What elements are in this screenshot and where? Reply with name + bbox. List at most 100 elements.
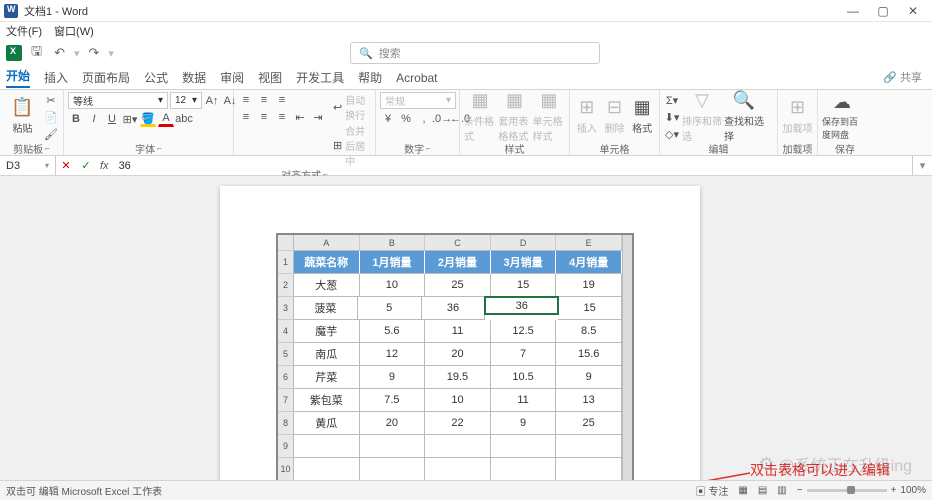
save-baidu-button[interactable]: ☁保存到百度网盘 [822,92,862,140]
align-right-icon[interactable]: ≡ [274,109,290,125]
table-cell[interactable] [294,458,360,481]
row-header[interactable]: 6 [278,366,293,389]
table-cell[interactable]: 蔬菜名称 [294,251,360,274]
table-cell[interactable]: 19 [556,274,622,297]
table-cell[interactable]: 10.5 [491,366,557,389]
table-cell[interactable] [360,435,426,458]
menu-file[interactable]: 文件(F) [6,23,42,39]
align-center-icon[interactable]: ≡ [256,109,272,125]
table-cell[interactable]: 11 [425,320,491,343]
currency-icon[interactable]: ¥ [380,111,396,127]
clear-icon[interactable]: ◇▾ [664,126,680,142]
undo-icon[interactable]: ↶ [51,45,68,61]
table-cell[interactable]: 1月销量 [360,251,426,274]
border-button[interactable]: ⊞▾ [122,111,138,127]
align-left-icon[interactable]: ≡ [238,109,254,125]
table-cell[interactable] [360,458,426,481]
table-cell[interactable]: 菠菜 [294,297,358,320]
table-cell[interactable]: 魔芋 [294,320,360,343]
row-header[interactable]: 3 [278,297,293,320]
table-cell[interactable]: 9 [491,412,557,435]
table-cell[interactable]: 15 [558,297,622,320]
sort-filter-button[interactable]: ▽排序和筛选 [682,92,722,140]
tab-公式[interactable]: 公式 [144,69,168,86]
format-painter-icon[interactable]: 🖌 [43,126,59,142]
indent-inc-icon[interactable]: ⇥ [310,109,326,125]
col-header[interactable]: B [360,235,426,250]
align-top-icon[interactable]: ≡ [238,92,254,108]
view-page-icon[interactable]: ▥ [777,485,786,496]
tab-数据[interactable]: 数据 [182,69,206,86]
table-cell[interactable]: 15.6 [556,343,622,366]
row-header[interactable]: 7 [278,389,293,412]
indent-dec-icon[interactable]: ⇤ [292,109,308,125]
table-cell[interactable]: 3月销量 [491,251,557,274]
view-normal-icon[interactable]: ▦ [738,485,747,496]
table-cell[interactable]: 7.5 [360,389,426,412]
table-cell[interactable]: 紫包菜 [294,389,360,412]
addins-button[interactable]: ⊞加载项 [782,92,813,140]
expand-formula-icon[interactable]: ▾ [912,156,932,175]
zoom-level[interactable]: 100% [900,485,926,496]
save-icon[interactable]: 🖫 [28,42,45,64]
wrap-text-button[interactable]: ↩ [332,99,343,115]
row-header[interactable]: 2 [278,274,293,297]
font-family-select[interactable]: 等线▾ [68,92,168,109]
table-cell[interactable]: 36 [485,297,558,314]
table-cell[interactable]: 8.5 [556,320,622,343]
col-header[interactable]: D [491,235,557,250]
table-cell[interactable]: 25 [556,412,622,435]
table-cell[interactable]: 5 [358,297,422,320]
tab-帮助[interactable]: 帮助 [358,69,382,86]
row-header[interactable]: 9 [278,435,293,458]
tab-开发工具[interactable]: 开发工具 [296,69,344,86]
table-cell[interactable]: 5.6 [360,320,426,343]
table-cell[interactable] [425,435,491,458]
maximize-button[interactable]: ▢ [868,4,898,18]
tab-开始[interactable]: 开始 [6,67,30,88]
cancel-formula-icon[interactable]: ✕ [56,159,76,172]
table-cell[interactable]: 13 [556,389,622,412]
inc-decimal-icon[interactable]: .0→ [434,111,450,127]
tab-Acrobat[interactable]: Acrobat [396,71,437,85]
copy-icon[interactable]: 📄 [43,109,59,125]
table-cell[interactable]: 20 [425,343,491,366]
delete-button[interactable]: ⊟删除 [602,92,628,140]
tab-插入[interactable]: 插入 [44,69,68,86]
table-cell[interactable]: 11 [491,389,557,412]
font-size-select[interactable]: 12▾ [170,92,202,109]
align-mid-icon[interactable]: ≡ [256,92,272,108]
bold-button[interactable]: B [68,111,84,127]
table-cell[interactable]: 7 [491,343,557,366]
focus-mode-button[interactable]: ▣ 专注 [696,483,729,498]
table-cell[interactable]: 9 [360,366,426,389]
phonetic-button[interactable]: abc [176,111,192,127]
table-cell[interactable]: 黄瓜 [294,412,360,435]
row-header[interactable]: 5 [278,343,293,366]
row-header[interactable]: 8 [278,412,293,435]
insert-button[interactable]: ⊞插入 [574,92,600,140]
table-cell[interactable] [556,435,622,458]
name-box[interactable]: D3▾ [0,156,56,175]
menu-window[interactable]: 窗口(W) [54,23,94,39]
fx-icon[interactable]: fx [96,160,113,172]
merge-button[interactable]: ⊞ [332,138,343,154]
cond-format-button[interactable]: ▦条件格式 [464,92,496,140]
underline-button[interactable]: U [104,111,120,127]
table-cell[interactable]: 南瓜 [294,343,360,366]
comma-icon[interactable]: , [416,111,432,127]
table-cell[interactable]: 2月销量 [425,251,491,274]
autosum-icon[interactable]: Σ▾ [664,92,680,108]
table-cell[interactable]: 大葱 [294,274,360,297]
table-cell[interactable]: 20 [360,412,426,435]
number-format-select[interactable]: 常规▾ [380,92,456,109]
table-cell[interactable] [491,458,557,481]
share-button[interactable]: 🔗 共享 [883,69,922,85]
table-format-button[interactable]: ▦套用表格格式 [498,92,530,140]
align-bot-icon[interactable]: ≡ [274,92,290,108]
cell-style-button[interactable]: ▦单元格样式 [533,92,565,140]
table-cell[interactable]: 4月销量 [556,251,622,274]
font-color-button[interactable]: A [158,111,174,127]
row-header[interactable]: 10 [278,458,293,481]
minimize-button[interactable]: — [838,4,868,18]
